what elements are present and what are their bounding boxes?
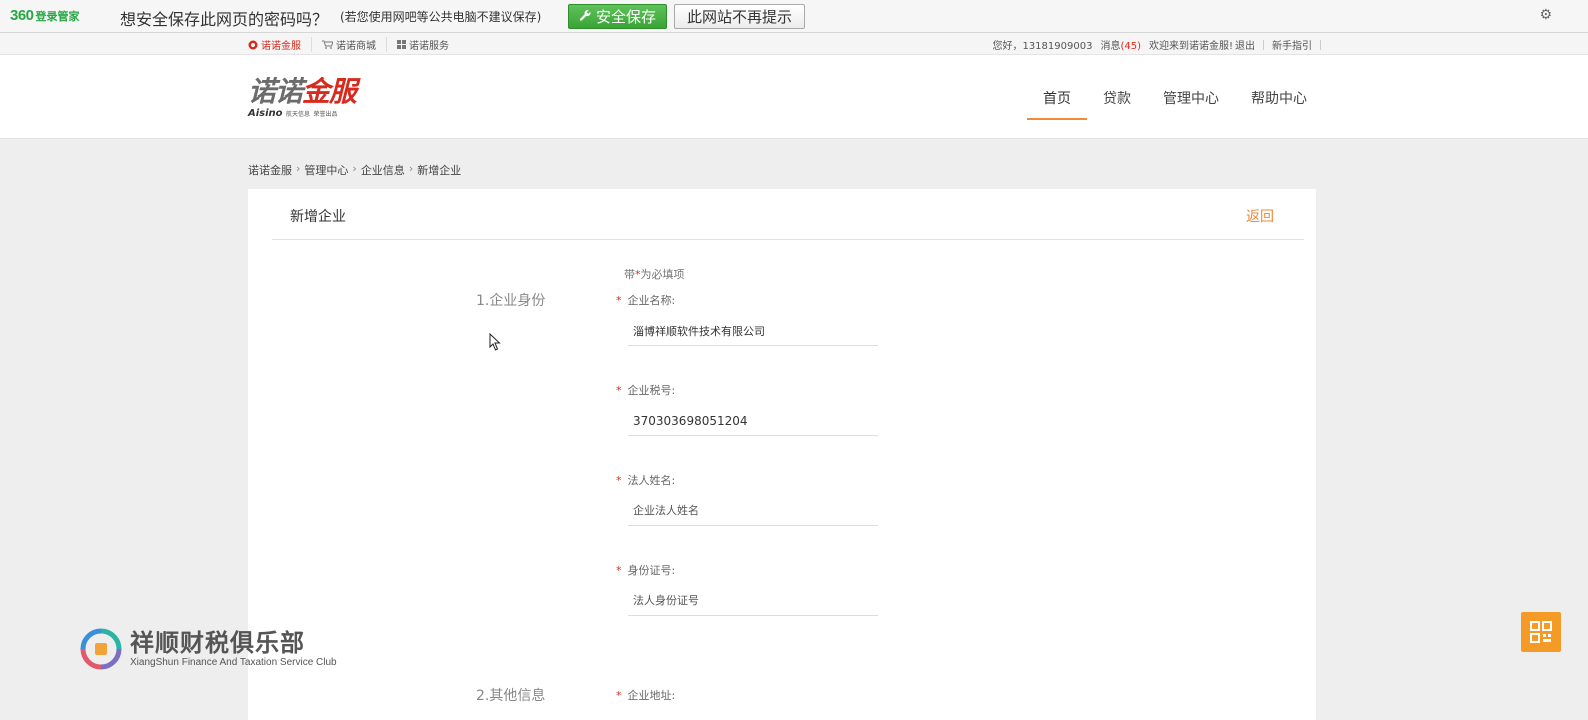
breadcrumb-item[interactable]: 管理中心 bbox=[304, 162, 348, 178]
top-links-bar: 诺诺金服 诺诺商城 诺诺服务 您好，13181909003 消息(45) 欢迎来… bbox=[0, 33, 1588, 55]
company-name-label: * 企业名称: bbox=[616, 294, 676, 307]
top-link-nuonuo-finance[interactable]: 诺诺金服 bbox=[248, 37, 312, 52]
watermark-title: 祥顺财税俱乐部 bbox=[130, 629, 305, 657]
grid-icon bbox=[397, 40, 406, 49]
watermark-subtitle: XiangShun Finance And Taxation Service C… bbox=[130, 657, 337, 668]
breadcrumb-separator: › bbox=[408, 162, 414, 175]
section-title-identity: 1.企业身份 bbox=[476, 293, 546, 309]
nav-help-center[interactable]: 帮助中心 bbox=[1235, 88, 1323, 120]
nav-loans[interactable]: 贷款 bbox=[1087, 88, 1147, 120]
brand-circle-icon bbox=[248, 40, 258, 49]
guide-link[interactable]: 新手指引 bbox=[1272, 37, 1312, 52]
id-number-label: * 身份证号: bbox=[616, 564, 676, 577]
company-address-label: * 企业地址: bbox=[616, 689, 676, 702]
cart-icon bbox=[322, 40, 333, 49]
breadcrumb-item[interactable]: 诺诺金服 bbox=[248, 162, 292, 178]
breadcrumb: 诺诺金服 › 管理中心 › 企业信息 › 新增企业 bbox=[248, 162, 461, 178]
back-link[interactable]: 返回 bbox=[1246, 206, 1274, 226]
breadcrumb-separator: › bbox=[296, 162, 301, 175]
wrench-icon bbox=[579, 8, 592, 26]
mouse-pointer-icon bbox=[489, 333, 501, 351]
qr-code-icon bbox=[1530, 621, 1552, 643]
gear-icon[interactable]: ⚙ bbox=[1539, 7, 1552, 23]
breadcrumb-item[interactable]: 企业信息 bbox=[361, 162, 405, 178]
360-brand: 360 登录管家 bbox=[10, 7, 80, 24]
qr-code-button[interactable] bbox=[1521, 612, 1561, 652]
divider bbox=[1263, 39, 1264, 50]
never-remind-button[interactable]: 此网站不再提示 bbox=[674, 4, 805, 29]
messages-count: (45) bbox=[1120, 41, 1141, 52]
id-number-input[interactable] bbox=[628, 586, 878, 616]
club-logo-icon bbox=[80, 628, 122, 670]
user-greeting: 您好，13181909003 bbox=[992, 41, 1093, 52]
save-password-question: 想安全保存此网页的密码吗？ bbox=[120, 10, 329, 29]
add-company-card: 新增企业 返回 带*为必填项 1.企业身份 *企业名称: *企业税号: *法人姓… bbox=[248, 189, 1316, 720]
site-header: 诺诺金服 Aisino 航天信息 荣誉出品 首页 贷款 管理中心 帮助中心 bbox=[0, 55, 1588, 139]
nav-management-center[interactable]: 管理中心 bbox=[1147, 88, 1235, 120]
main-nav: 首页 贷款 管理中心 帮助中心 bbox=[1027, 88, 1323, 120]
messages-link[interactable]: 消息(45) bbox=[1100, 37, 1141, 52]
tax-id-input[interactable] bbox=[628, 406, 878, 436]
logout-link[interactable]: 退出 bbox=[1235, 37, 1255, 52]
page-title: 新增企业 bbox=[290, 209, 346, 225]
divider bbox=[1320, 39, 1321, 50]
top-link-nuonuo-service[interactable]: 诺诺服务 bbox=[387, 37, 459, 52]
legal-person-name-label: * 法人姓名: bbox=[616, 474, 676, 487]
section-title-other-info: 2.其他信息 bbox=[476, 688, 546, 704]
welcome-text: 欢迎来到诺诺金服! bbox=[1148, 41, 1233, 52]
required-note: 带*为必填项 bbox=[624, 268, 685, 281]
breadcrumb-separator: › bbox=[352, 162, 357, 175]
top-link-nuonuo-mall[interactable]: 诺诺商城 bbox=[312, 37, 387, 52]
club-watermark: 祥顺财税俱乐部 XiangShun Finance And Taxation S… bbox=[80, 628, 337, 670]
company-name-input[interactable] bbox=[628, 316, 878, 346]
title-divider bbox=[272, 239, 1304, 240]
legal-person-name-input[interactable] bbox=[628, 496, 878, 526]
password-save-bar: 360 登录管家 想安全保存此网页的密码吗？ (若您使用网吧等公共电脑不建议保存)… bbox=[0, 0, 1588, 33]
save-password-hint: (若您使用网吧等公共电脑不建议保存) bbox=[340, 10, 542, 24]
nav-home[interactable]: 首页 bbox=[1027, 88, 1087, 120]
breadcrumb-item-current: 新增企业 bbox=[417, 164, 462, 177]
tax-id-label: * 企业税号: bbox=[616, 384, 676, 397]
safe-save-button[interactable]: 安全保存 bbox=[568, 4, 667, 29]
site-logo[interactable]: 诺诺金服 Aisino 航天信息 荣誉出品 bbox=[248, 70, 368, 126]
